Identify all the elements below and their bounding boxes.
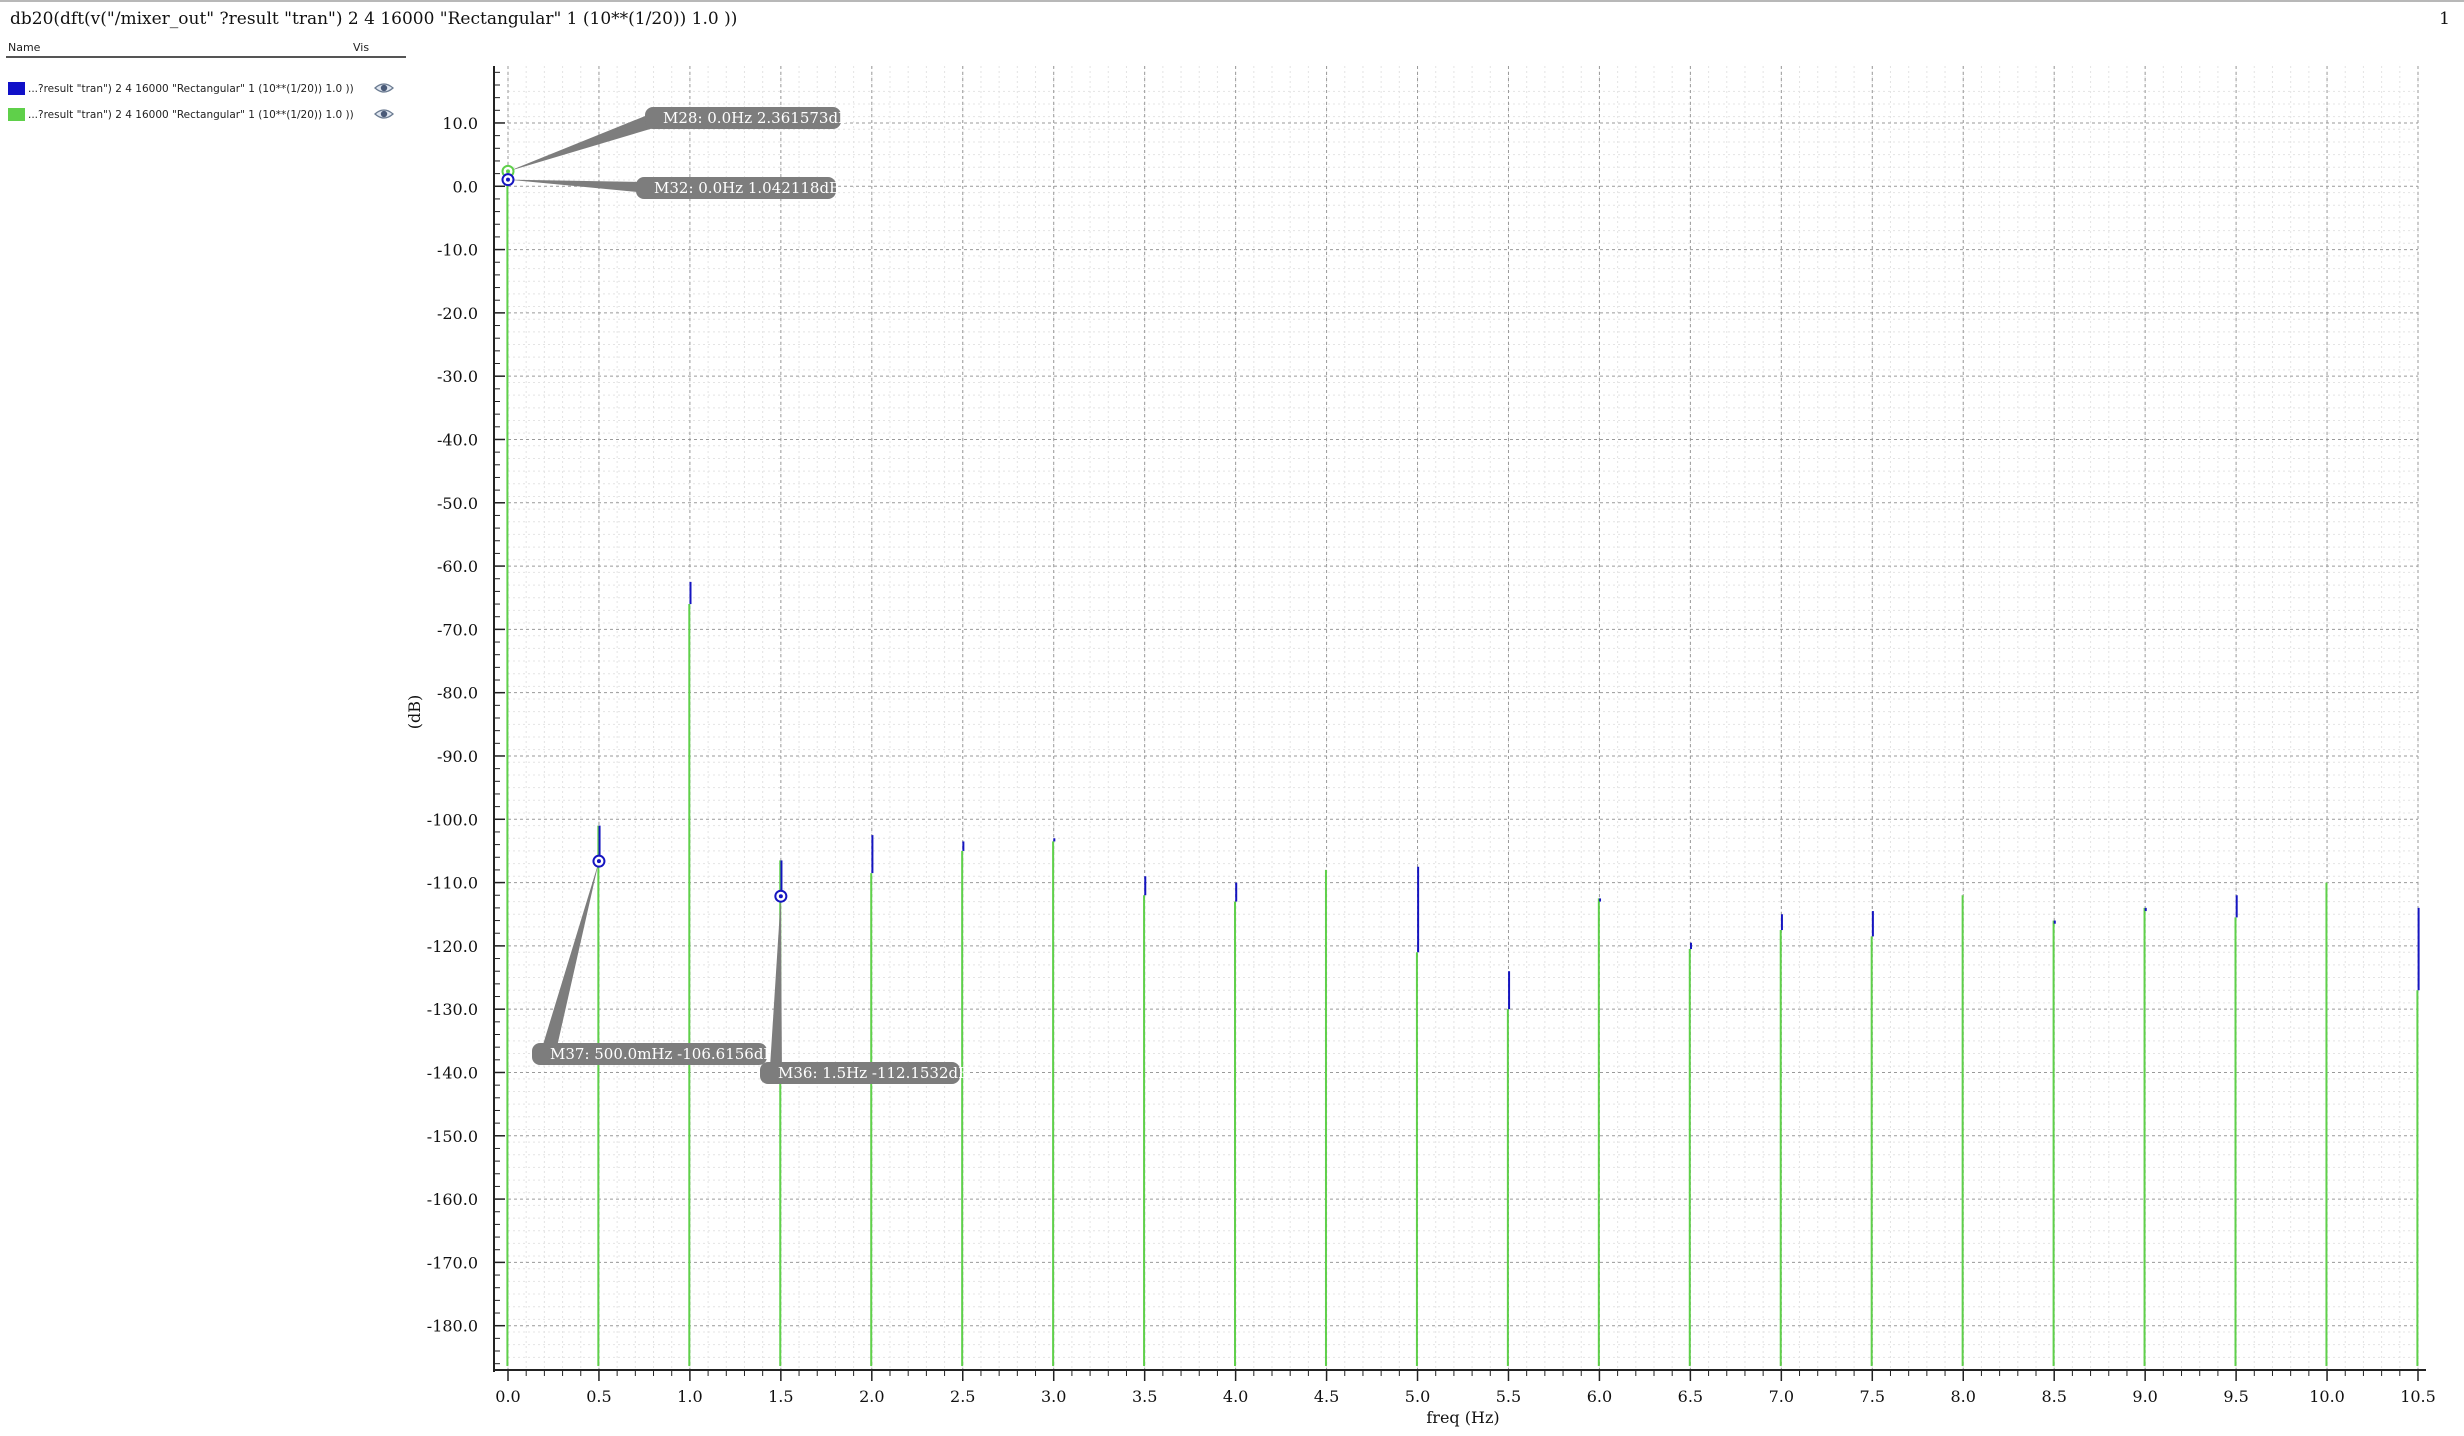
marker-label-text: M32: 0.0Hz 1.042118dB	[654, 179, 840, 197]
marker-point-center	[596, 859, 601, 864]
marker-point-center	[506, 169, 510, 174]
x-tick-label: 6.0	[1587, 1387, 1612, 1406]
y-tick-label: -70.0	[437, 620, 478, 639]
x-tick-label: 0.0	[495, 1387, 520, 1406]
marker-point-center	[778, 894, 783, 899]
x-tick-label: 6.5	[1678, 1387, 1703, 1406]
marker-label-text: M28: 0.0Hz 2.361573dB	[663, 109, 849, 127]
x-tick-label: 9.0	[2132, 1387, 2157, 1406]
x-tick-label: 9.5	[2223, 1387, 2248, 1406]
plot-traces	[506, 171, 2420, 1366]
x-tick-label: 1.5	[768, 1387, 793, 1406]
y-tick-label: 10.0	[442, 114, 478, 133]
x-tick-label: 8.5	[2041, 1387, 2066, 1406]
x-axis-label: freq (Hz)	[1426, 1408, 1499, 1427]
y-tick-label: -20.0	[437, 304, 478, 323]
y-tick-label: -80.0	[437, 684, 478, 703]
y-tick-label: -160.0	[427, 1190, 478, 1209]
y-axis-label: (dB)	[405, 695, 424, 729]
y-tick-label: -90.0	[437, 747, 478, 766]
y-tick-label: -180.0	[427, 1317, 478, 1336]
x-tick-label: 3.0	[1041, 1387, 1066, 1406]
x-tick-label: 4.0	[1223, 1387, 1248, 1406]
marker-point-center	[506, 177, 510, 182]
y-tick-label: -110.0	[427, 874, 478, 893]
x-tick-label: 8.0	[1951, 1387, 1976, 1406]
spectrum-plot[interactable]: 0.0 0.5 1.0 1.5 2.0 2.5 3.0 3.5 4.0 4.5 5.0 5.5 6.0 6…	[0, 0, 2464, 1436]
x-tick-label: 10.0	[2309, 1387, 2345, 1406]
x-tick-label: 2.5	[950, 1387, 975, 1406]
x-tick-label: 4.5	[1314, 1387, 1339, 1406]
plot-grid	[507, 66, 2419, 1370]
y-tick-label: -100.0	[427, 810, 478, 829]
y-tick-label: -130.0	[427, 1000, 478, 1019]
marker-callout-pointer	[770, 896, 782, 1079]
y-tick-label: -140.0	[427, 1063, 478, 1082]
x-tick-label: 7.5	[1860, 1387, 1885, 1406]
y-tick-label: -30.0	[437, 367, 478, 386]
x-tick-label: 7.0	[1769, 1387, 1794, 1406]
y-tick-label: -10.0	[437, 241, 478, 260]
x-tick-label: 3.5	[1132, 1387, 1157, 1406]
marker-label-text: M37: 500.0mHz -106.6156dB	[550, 1045, 774, 1063]
y-tick-label: -50.0	[437, 494, 478, 513]
y-tick-label: -170.0	[427, 1253, 478, 1272]
x-tick-label: 10.5	[2400, 1387, 2436, 1406]
x-tick-label: 1.0	[677, 1387, 702, 1406]
marker-label-text: M36: 1.5Hz -112.1532dB	[778, 1064, 969, 1082]
marker-callout-pointer	[542, 861, 599, 1060]
plot-markers: M28: 0.0Hz 2.361573dB M32: 0.0Hz 1.042118…	[501, 107, 969, 1084]
y-tick-label: -60.0	[437, 557, 478, 576]
y-tick-label: -40.0	[437, 430, 478, 449]
y-tick-label: -150.0	[427, 1127, 478, 1146]
x-tick-label: 5.0	[1405, 1387, 1430, 1406]
x-tick-label: 2.0	[859, 1387, 884, 1406]
x-tick-label: 0.5	[586, 1387, 611, 1406]
x-tick-label: 5.5	[1496, 1387, 1521, 1406]
y-tick-label: -120.0	[427, 937, 478, 956]
y-tick-label: 0.0	[453, 177, 478, 196]
